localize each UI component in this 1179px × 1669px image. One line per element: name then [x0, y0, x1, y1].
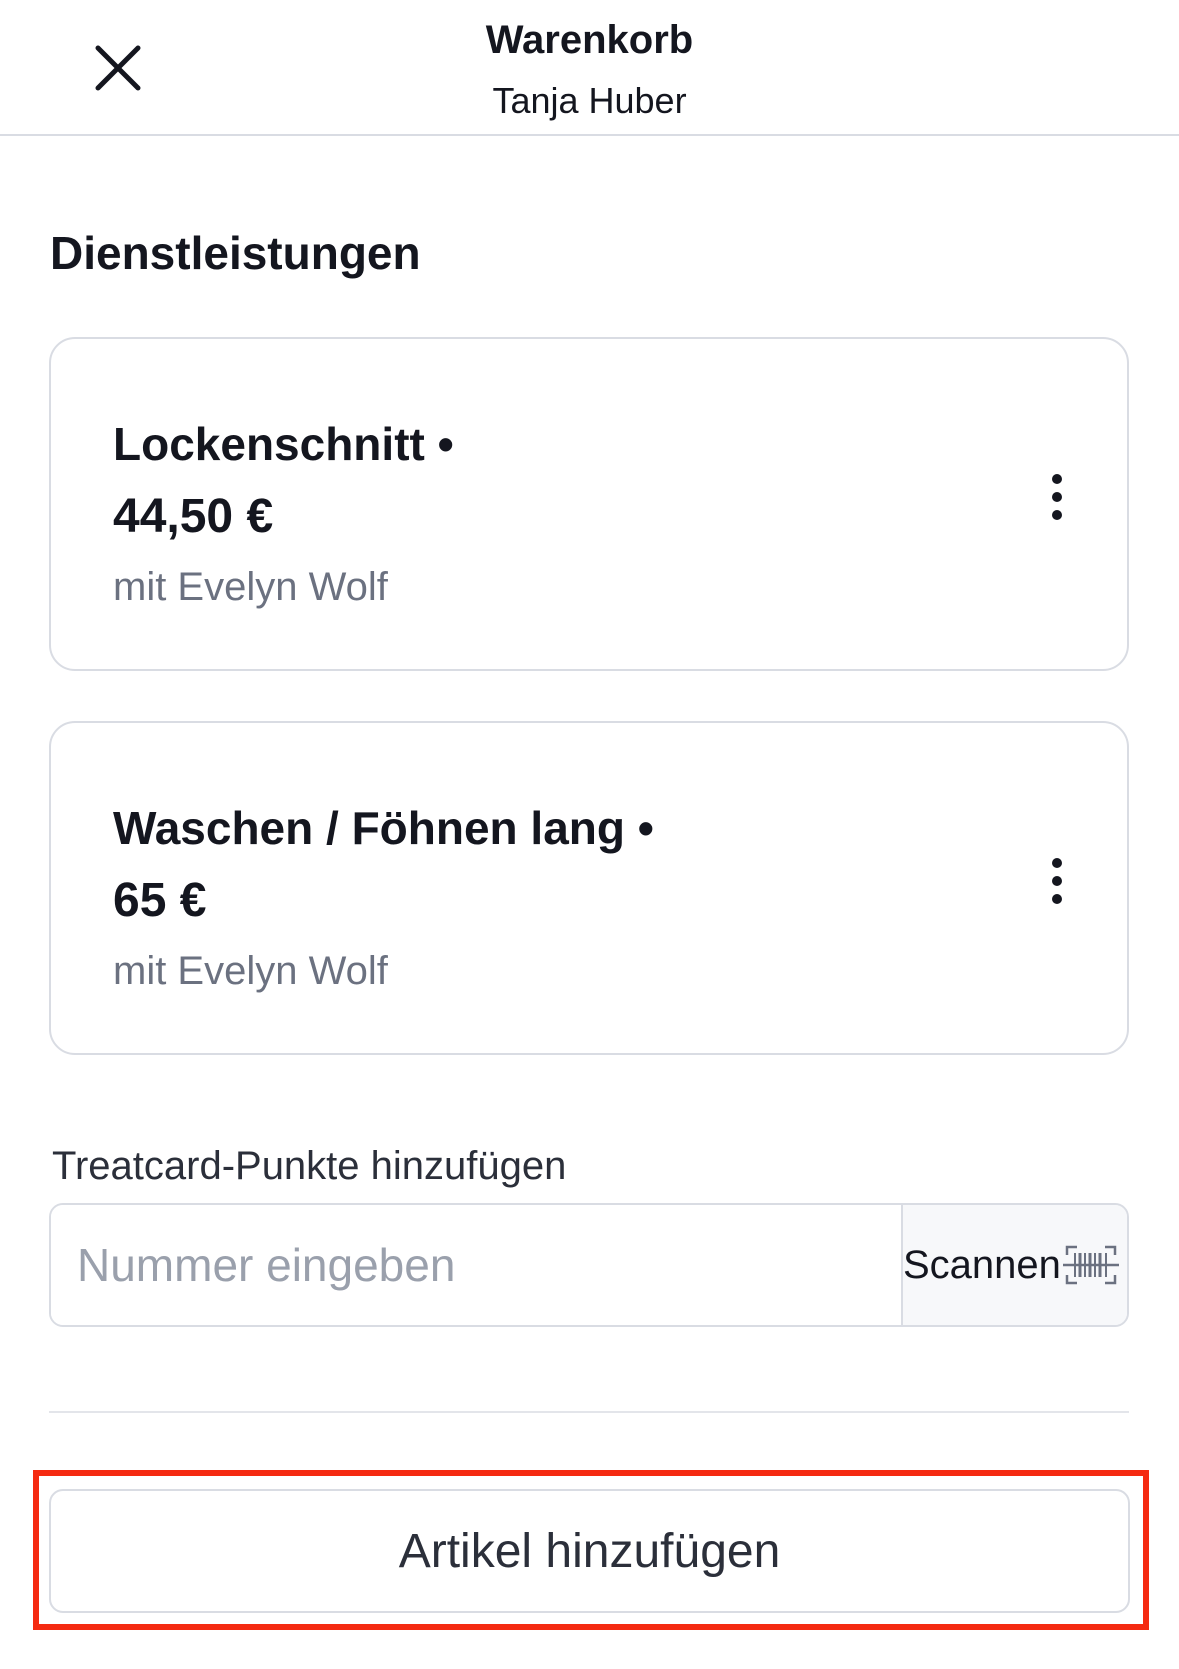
more-vertical-icon [1052, 858, 1062, 904]
add-item-button[interactable]: Artikel hinzufügen [49, 1489, 1130, 1613]
divider [49, 1411, 1129, 1413]
more-options-button[interactable] [1027, 841, 1087, 921]
more-vertical-icon [1052, 474, 1062, 520]
more-options-button[interactable] [1027, 457, 1087, 537]
service-price: 65 € [113, 874, 207, 927]
treatcard-number-input[interactable] [51, 1205, 901, 1325]
service-name: Lockenschnitt • [113, 418, 454, 470]
treatcard-label: Treatcard-Punkte hinzufügen [52, 1144, 567, 1188]
service-card[interactable]: Waschen / Föhnen lang • 65 € mit Evelyn … [49, 721, 1129, 1055]
scan-button[interactable]: Scannen [901, 1205, 1127, 1325]
scan-button-label: Scannen [903, 1242, 1061, 1287]
barcode-icon [1062, 1245, 1119, 1285]
service-name: Waschen / Föhnen lang • [113, 802, 654, 854]
service-staff: mit Evelyn Wolf [113, 949, 388, 993]
treatcard-input-group: Scannen [49, 1203, 1129, 1327]
service-staff: mit Evelyn Wolf [113, 565, 388, 609]
service-card[interactable]: Lockenschnitt • 44,50 € mit Evelyn Wolf [49, 337, 1129, 671]
service-price: 44,50 € [113, 490, 274, 543]
section-heading-services: Dienstleistungen [50, 227, 421, 279]
page-title: Warenkorb [485, 18, 694, 62]
customer-name: Tanja Huber [492, 80, 687, 121]
header-bar: Warenkorb Tanja Huber [0, 0, 1179, 136]
